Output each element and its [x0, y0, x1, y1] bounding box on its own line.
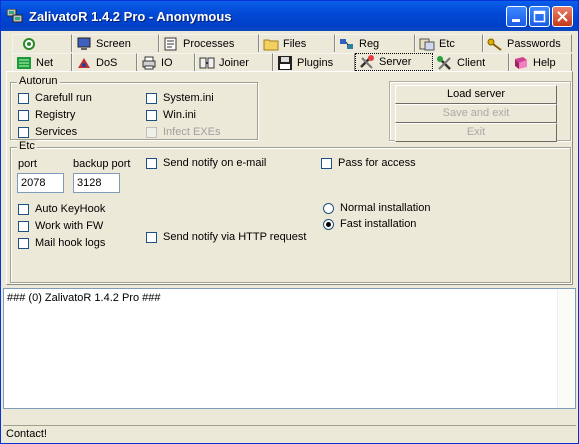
notify-http-checkbox[interactable]: Send notify via HTTP request: [146, 231, 306, 243]
dos-icon: [78, 57, 90, 68]
tab-processes[interactable]: Processes: [159, 34, 259, 52]
tab-dos[interactable]: DoS: [72, 53, 137, 71]
load-server-button[interactable]: Load server: [395, 85, 557, 104]
processes-icon: [164, 37, 177, 50]
tab-files[interactable]: Files: [259, 34, 335, 52]
registry-icon: [340, 38, 353, 49]
app-icon: [7, 9, 23, 23]
tab-label: IO: [161, 56, 173, 69]
tab-label: Help: [533, 56, 556, 69]
etc-icon: [419, 38, 435, 50]
net-icon: [17, 56, 31, 69]
tab-passwords[interactable]: Passwords: [483, 34, 572, 52]
tab-label: DoS: [96, 56, 118, 69]
infect-exes-checkbox[interactable]: Infect EXEs: [146, 126, 220, 138]
port-input[interactable]: [17, 173, 64, 193]
maximize-button[interactable]: [529, 6, 550, 27]
main-window: ZalivatoR 1.4.2 Pro - Anonymous Screen P…: [0, 0, 579, 444]
services-checkbox[interactable]: Services: [18, 126, 77, 138]
normal-installation-radio[interactable]: Normal installation: [323, 202, 430, 214]
work-with-fw-checkbox[interactable]: Work with FW: [18, 220, 103, 232]
etc-legend: Etc: [17, 140, 37, 152]
system-ini-checkbox[interactable]: System.ini: [146, 92, 214, 104]
status-text: Contact!: [6, 428, 47, 440]
tab-joiner[interactable]: Joiner: [195, 53, 273, 71]
tab-label: Plugins: [297, 56, 334, 69]
tab-screen[interactable]: Screen: [72, 34, 159, 52]
tab-label: Processes: [183, 37, 235, 50]
port-label: port: [18, 158, 37, 170]
backup-port-input[interactable]: [73, 173, 120, 193]
target-icon: [23, 37, 35, 50]
window-title: ZalivatoR 1.4.2 Pro - Anonymous: [29, 9, 232, 24]
tab-label: Passwords: [507, 37, 561, 50]
tab-label: Net: [36, 56, 54, 69]
pass-access-checkbox[interactable]: Pass for access: [321, 157, 416, 169]
auto-keyhook-checkbox[interactable]: Auto KeyHook: [18, 203, 105, 215]
title-bar[interactable]: ZalivatoR 1.4.2 Pro - Anonymous: [1, 1, 578, 31]
autorun-legend: Autorun: [17, 75, 60, 87]
folder-icon: [263, 39, 279, 50]
tab-reg[interactable]: Reg: [335, 34, 415, 52]
backup-port-label: backup port: [73, 158, 131, 170]
win-ini-checkbox[interactable]: Win.ini: [146, 109, 196, 121]
tab-label: Reg: [359, 37, 380, 50]
screen-icon: [77, 37, 91, 50]
save-and-exit-button[interactable]: Save and exit: [395, 104, 557, 123]
tab-label: Screen: [96, 37, 131, 50]
server-icon: [360, 55, 374, 69]
exit-button[interactable]: Exit: [395, 123, 557, 142]
tab-label: Etc: [439, 37, 455, 50]
tab-io[interactable]: IO: [137, 53, 195, 71]
log-scrollbar[interactable]: [557, 289, 575, 408]
tab-net[interactable]: Net: [12, 53, 72, 71]
mail-hook-logs-checkbox[interactable]: Mail hook logs: [18, 237, 105, 249]
carefull-run-checkbox[interactable]: Carefull run: [18, 92, 92, 104]
tab-label: Joiner: [219, 56, 249, 69]
registry-checkbox[interactable]: Registry: [18, 109, 75, 121]
tab-help[interactable]: Help: [509, 53, 572, 71]
keys-icon: [487, 38, 502, 51]
log-line: ### (0) ZalivatoR 1.4.2 Pro ###: [7, 292, 161, 304]
joiner-icon: [199, 57, 215, 68]
client-icon: [437, 55, 451, 70]
tab-plugins[interactable]: Plugins: [273, 53, 355, 71]
close-button[interactable]: [552, 6, 573, 27]
book-icon: [515, 56, 527, 69]
tab-server[interactable]: Server: [355, 53, 433, 71]
status-bar: Contact!: [3, 425, 576, 442]
log-textarea[interactable]: ### (0) ZalivatoR 1.4.2 Pro ###: [3, 288, 576, 409]
tab-client[interactable]: Client: [433, 53, 509, 71]
printer-icon: [142, 56, 156, 69]
notify-email-checkbox[interactable]: Send notify on e-mail: [146, 157, 266, 169]
tab-main[interactable]: [12, 34, 72, 52]
minimize-icon: [512, 19, 520, 22]
tab-label: Client: [457, 56, 486, 69]
fast-installation-radio[interactable]: Fast installation: [323, 218, 416, 230]
floppy-icon: [278, 55, 292, 70]
close-icon: [557, 11, 568, 22]
tab-label: Server: [379, 56, 412, 68]
tab-label: Files: [283, 37, 307, 50]
tab-etc[interactable]: Etc: [415, 34, 483, 52]
minimize-button[interactable]: [506, 6, 527, 27]
maximize-icon: [533, 10, 546, 23]
